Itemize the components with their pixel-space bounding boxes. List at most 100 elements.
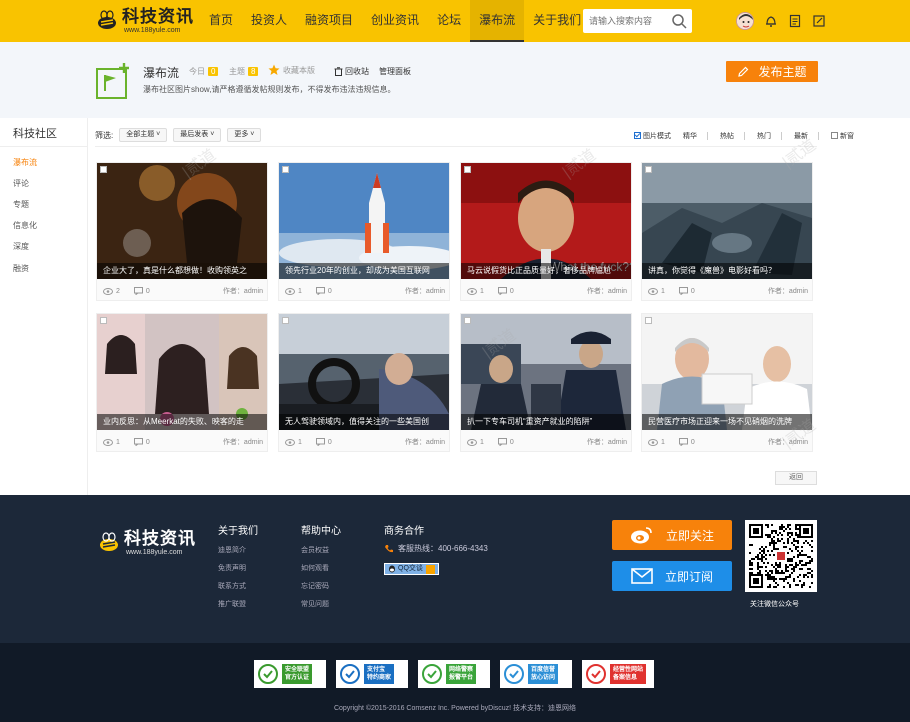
sidebar-item-2[interactable]: 专题	[13, 199, 29, 210]
qq-chat-button[interactable]: QQ交谈	[384, 563, 439, 575]
sidebar-item-4[interactable]: 深度	[13, 241, 29, 252]
post-title[interactable]: 业内反思：从Meerkat的失败、映客的走	[97, 414, 267, 430]
bell-icon[interactable]	[764, 14, 778, 28]
post-title[interactable]: 民营医疗市场正迎来一场不见硝烟的洗牌	[642, 414, 812, 430]
post-author[interactable]: 作者：admin	[587, 286, 627, 296]
nav-item-2[interactable]: 融资项目	[296, 0, 362, 42]
reply-count-value: 0	[509, 438, 514, 446]
post-author[interactable]: 作者：admin	[768, 286, 808, 296]
latest-post-dropdown[interactable]: 最后发表 ˅	[173, 128, 222, 142]
select-checkbox[interactable]	[645, 166, 652, 173]
post-thumbnail[interactable]: 扒一下专车司机“重资产就业的陷阱”	[461, 314, 631, 430]
post-thumbnail[interactable]: 业内反思：从Meerkat的失败、映客的走	[97, 314, 267, 430]
post-thumbnail[interactable]: What the fuck???!!马云说假货比正品质量好，奢侈品牌尴尬	[461, 163, 631, 279]
footer-link[interactable]: 免责声明	[218, 563, 246, 573]
forum-description: 瀑布社区图片show,请严格遵循发帖规则发布，不得发布违法违规信息。	[143, 85, 396, 94]
image-mode-toggle[interactable]: 图片模式	[634, 131, 671, 141]
post-thumbnail[interactable]: 企业大了，真是什么都想做！收购领英之	[97, 163, 267, 279]
post-author[interactable]: 作者：admin	[768, 437, 808, 447]
select-checkbox[interactable]	[282, 166, 289, 173]
post-card[interactable]: 讲真，你觉得《魔兽》电影好看吗？ 1 0 作者：admin	[641, 162, 813, 301]
sidebar-item-3[interactable]: 信息化	[13, 220, 37, 231]
post-thumbnail[interactable]: 民营医疗市场正迎来一场不见硝烟的洗牌	[642, 314, 812, 430]
footer-link[interactable]: 会员权益	[301, 545, 329, 555]
post-author[interactable]: 作者：admin	[223, 286, 263, 296]
subscribe-button[interactable]: 立即订阅	[612, 561, 732, 591]
post-thumbnail[interactable]: 无人驾驶领域内，值得关注的一些美国创	[279, 314, 449, 430]
nav-item-6[interactable]: 关于我们	[524, 0, 590, 42]
reply-count-value: 0	[145, 438, 150, 446]
sort-latest[interactable]: 最新	[794, 131, 808, 141]
sort-hot-posts[interactable]: 热帖	[720, 131, 734, 141]
edit-icon[interactable]	[812, 14, 826, 28]
sidebar-item-5[interactable]: 融资	[13, 263, 29, 274]
view-count: 2	[103, 287, 120, 295]
post-title[interactable]: 企业大了，真是什么都想做！收购领英之	[97, 263, 267, 279]
certification-badge[interactable]: 百度信誉 放心访问	[500, 660, 572, 688]
site-logo[interactable]: 科技资讯 www.188yule.com	[96, 8, 194, 34]
image-mode-checkbox[interactable]	[634, 132, 641, 139]
all-topics-dropdown[interactable]: 全部主题 ˅	[119, 128, 168, 142]
select-checkbox[interactable]	[464, 317, 471, 324]
certification-badge[interactable]: 网络警察 报警平台	[418, 660, 490, 688]
select-checkbox[interactable]	[100, 166, 107, 173]
post-card[interactable]: What the fuck???!!马云说假货比正品质量好，奢侈品牌尴尬 1 0 作者…	[460, 162, 632, 301]
recycle-bin-link[interactable]: 回收站	[345, 66, 369, 77]
sort-popular[interactable]: 热门	[757, 131, 771, 141]
footer-link[interactable]: 推广联盟	[218, 599, 246, 609]
nav-item-1[interactable]: 投资人	[242, 0, 296, 42]
user-avatar[interactable]	[736, 12, 754, 30]
sort-separator	[781, 132, 782, 140]
manage-panel-link[interactable]: 管理面板	[379, 66, 411, 77]
nav-item-5[interactable]: 瀑布流	[470, 0, 525, 42]
post-author[interactable]: 作者：admin	[223, 437, 263, 447]
document-icon[interactable]	[788, 14, 802, 28]
sidebar-item-0[interactable]: 瀑布流	[13, 157, 37, 168]
search-icon[interactable]	[671, 13, 687, 29]
post-title[interactable]: 讲真，你觉得《魔兽》电影好看吗？	[642, 263, 812, 279]
favorite-board-link[interactable]: 收藏本版	[268, 64, 315, 76]
post-title[interactable]: 领先行业20年的创业，却成为美国互联网	[279, 263, 449, 279]
new-window-toggle[interactable]: 新窗	[831, 131, 854, 141]
nav-item-0[interactable]: 首页	[200, 0, 242, 42]
post-card[interactable]: 领先行业20年的创业，却成为美国互联网 1 0 作者：admin	[278, 162, 450, 301]
post-title[interactable]: 无人驾驶领域内，值得关注的一些美国创	[279, 414, 449, 430]
select-checkbox[interactable]	[100, 317, 107, 324]
post-author[interactable]: 作者：admin	[587, 437, 627, 447]
post-title[interactable]: 马云说假货比正品质量好，奢侈品牌尴尬	[461, 263, 631, 279]
footer-link[interactable]: 忘记密码	[301, 581, 329, 591]
post-topic-button[interactable]: 发布主题	[726, 61, 818, 82]
footer-link[interactable]: 如何观看	[301, 563, 329, 573]
footer-link[interactable]: 联系方式	[218, 581, 246, 591]
search-input[interactable]	[583, 9, 663, 33]
new-window-checkbox[interactable]	[831, 132, 838, 139]
certification-badge[interactable]: 安全联盟 官方认证	[254, 660, 326, 688]
post-card[interactable]: 企业大了，真是什么都想做！收购领英之 2 0 作者：admin	[96, 162, 268, 301]
nav-item-3[interactable]: 创业资讯	[362, 0, 428, 42]
more-dropdown[interactable]: 更多 ˅	[227, 128, 262, 142]
sidebar-item-1[interactable]: 评论	[13, 178, 29, 189]
post-card[interactable]: 无人驾驶领域内，值得关注的一些美国创 1 0 作者：admin	[278, 313, 450, 452]
weibo-follow-button[interactable]: 立即关注	[612, 520, 732, 550]
sort-digest[interactable]: 精华	[683, 131, 697, 141]
footer-logo[interactable]: 科技资讯 www.188yule.com	[98, 530, 196, 556]
post-author[interactable]: 作者：admin	[405, 286, 445, 296]
nav-item-4[interactable]: 论坛	[428, 0, 470, 42]
post-thumbnail[interactable]: 讲真，你觉得《魔兽》电影好看吗？	[642, 163, 812, 279]
post-title[interactable]: 扒一下专车司机“重资产就业的陷阱”	[461, 414, 631, 430]
post-thumbnail[interactable]: 领先行业20年的创业，却成为美国互联网	[279, 163, 449, 279]
post-card[interactable]: 扒一下专车司机“重资产就业的陷阱” 1 0 作者：admin	[460, 313, 632, 452]
certification-badge[interactable]: 支付宝 特约商家	[336, 660, 408, 688]
footer-link[interactable]: 迪恩简介	[218, 545, 246, 555]
back-button[interactable]: 返回	[775, 471, 817, 485]
select-checkbox[interactable]	[282, 317, 289, 324]
select-checkbox[interactable]	[645, 317, 652, 324]
post-card[interactable]: 民营医疗市场正迎来一场不见硝烟的洗牌 1 0 作者：admin	[641, 313, 813, 452]
certification-badge[interactable]: 经营性网站 备案信息	[582, 660, 654, 688]
post-author[interactable]: 作者：admin	[405, 437, 445, 447]
post-card[interactable]: 业内反思：从Meerkat的失败、映客的走 1 0 作者：admin	[96, 313, 268, 452]
reply-count-value: 0	[690, 287, 695, 295]
eye-icon	[467, 438, 477, 446]
select-checkbox[interactable]	[464, 166, 471, 173]
footer-link[interactable]: 常见问题	[301, 599, 329, 609]
